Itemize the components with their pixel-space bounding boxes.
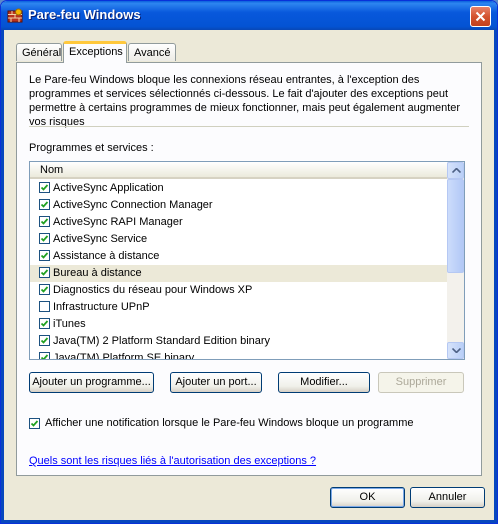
list-item-checkbox[interactable] xyxy=(39,250,50,261)
tab-avance[interactable]: Avancé xyxy=(128,43,176,61)
checkmark-icon xyxy=(40,337,49,344)
list-item[interactable]: Diagnostics du réseau pour Windows XP xyxy=(30,282,448,299)
list-item-checkbox[interactable] xyxy=(39,233,50,244)
column-header-name[interactable]: Nom xyxy=(30,162,448,179)
tab-general[interactable]: Général xyxy=(16,43,62,61)
exceptions-panel: Le Pare-feu Windows bloque les connexion… xyxy=(16,62,482,476)
list-item-checkbox[interactable] xyxy=(39,199,50,210)
delete-button[interactable]: Supprimer xyxy=(378,372,464,393)
firewall-dialog: Pare-feu Windows Général Exceptions Avan… xyxy=(0,0,498,524)
checkmark-icon xyxy=(40,218,49,225)
checkmark-icon xyxy=(40,252,49,259)
checkmark-icon xyxy=(40,201,49,208)
checkmark-icon xyxy=(40,286,49,293)
list-item-checkbox[interactable] xyxy=(39,318,50,329)
checkmark-icon xyxy=(40,354,49,359)
list-item-label: Bureau à distance xyxy=(53,267,142,279)
scroll-down-arrow-icon xyxy=(452,348,461,353)
checkmark-icon xyxy=(40,320,49,327)
scroll-down-button[interactable] xyxy=(447,342,464,359)
list-item-label: iTunes xyxy=(53,318,86,330)
list-item-label: Infrastructure UPnP xyxy=(53,301,150,313)
checkmark-icon xyxy=(40,184,49,191)
list-item[interactable]: ActiveSync Service xyxy=(30,231,448,248)
scroll-up-button[interactable] xyxy=(447,162,464,179)
list-item-label: ActiveSync Application xyxy=(53,182,164,194)
list-item[interactable]: ActiveSync Connection Manager xyxy=(30,197,448,214)
list-item-label: ActiveSync Connection Manager xyxy=(53,199,213,211)
scroll-up-arrow-icon xyxy=(452,168,461,173)
window-border-left xyxy=(1,30,4,523)
list-item[interactable]: Java(TM) 2 Platform Standard Edition bin… xyxy=(30,333,448,350)
window-border-right xyxy=(494,30,497,523)
list-label: Programmes et services : xyxy=(29,142,154,154)
close-button[interactable] xyxy=(470,6,491,27)
list-item-label: Java(TM) 2 Platform Standard Edition bin… xyxy=(53,335,271,347)
ok-button[interactable]: OK xyxy=(330,487,405,508)
list-item-label: Assistance à distance xyxy=(53,250,160,262)
list-item[interactable]: Assistance à distance xyxy=(30,248,448,265)
list-item[interactable]: ActiveSync Application xyxy=(30,180,448,197)
tab-exceptions[interactable]: Exceptions xyxy=(63,41,127,63)
window-border-bottom xyxy=(1,520,497,523)
list-item-label: Java(TM) Platform SE binary xyxy=(53,352,195,360)
description-text: Le Pare-feu Windows bloque les connexion… xyxy=(29,74,461,128)
window-title: Pare-feu Windows xyxy=(28,7,141,22)
modify-button[interactable]: Modifier... xyxy=(278,372,370,393)
notify-label: Afficher une notification lorsque le Par… xyxy=(45,417,414,429)
notify-checkbox[interactable] xyxy=(29,418,40,429)
list-item-checkbox[interactable] xyxy=(39,335,50,346)
programs-list[interactable]: Nom ActiveSync Application ActiveSync Con… xyxy=(29,161,465,360)
title-bar[interactable]: Pare-feu Windows xyxy=(1,1,497,30)
vertical-scrollbar[interactable] xyxy=(447,162,464,359)
cancel-button[interactable]: Annuler xyxy=(410,487,485,508)
list-item-checkbox[interactable] xyxy=(39,301,50,312)
scroll-thumb[interactable] xyxy=(447,179,464,273)
list-item[interactable]: iTunes xyxy=(30,316,448,333)
list-item[interactable]: Java(TM) Platform SE binary xyxy=(30,350,448,360)
list-item-checkbox[interactable] xyxy=(39,267,50,278)
list-item[interactable]: Infrastructure UPnP xyxy=(30,299,448,316)
list-item-checkbox[interactable] xyxy=(39,352,50,359)
checkmark-icon xyxy=(40,269,49,276)
add-program-button[interactable]: Ajouter un programme... xyxy=(29,372,154,393)
list-item-label: ActiveSync Service xyxy=(53,233,148,245)
risk-help-link[interactable]: Quels sont les risques liés à l'autorisa… xyxy=(29,455,316,467)
checkmark-icon xyxy=(40,235,49,242)
list-item-label: Diagnostics du réseau pour Windows XP xyxy=(53,284,253,296)
checkmark-icon xyxy=(30,420,39,427)
divider xyxy=(29,126,469,127)
list-item-checkbox[interactable] xyxy=(39,216,50,227)
list-item-label: ActiveSync RAPI Manager xyxy=(53,216,183,228)
list-item[interactable]: Bureau à distance xyxy=(30,265,448,282)
add-port-button[interactable]: Ajouter un port... xyxy=(170,372,262,393)
close-icon xyxy=(475,11,486,22)
list-item-checkbox[interactable] xyxy=(39,284,50,295)
list-item-checkbox[interactable] xyxy=(39,182,50,193)
list-rows: ActiveSync Application ActiveSync Connect… xyxy=(30,180,448,360)
list-item[interactable]: ActiveSync RAPI Manager xyxy=(30,214,448,231)
firewall-icon xyxy=(7,8,23,24)
